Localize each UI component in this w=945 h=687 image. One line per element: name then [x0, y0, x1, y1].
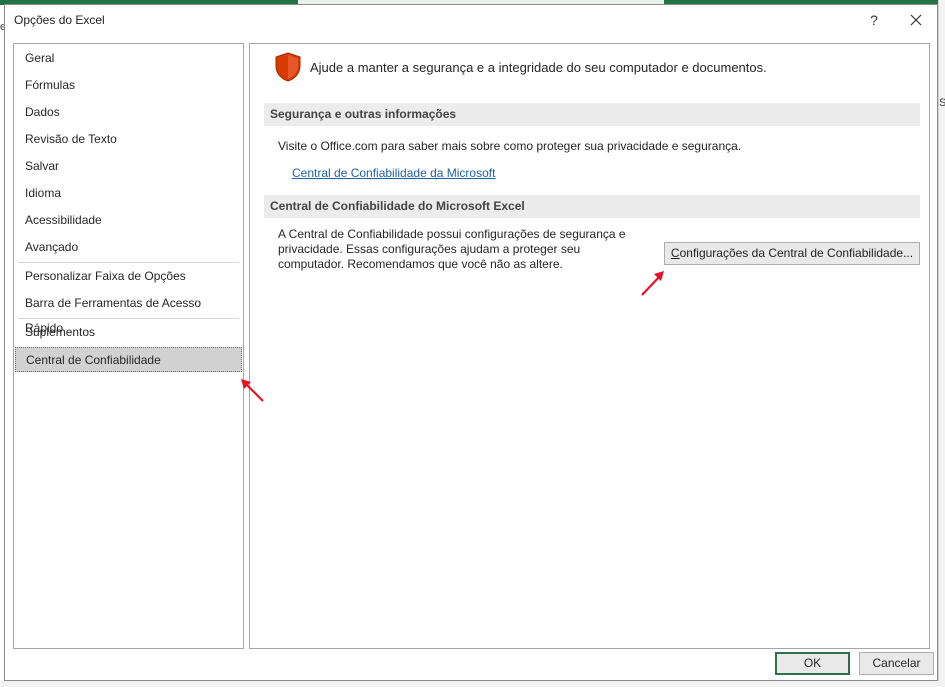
nav-separator: [18, 318, 239, 319]
ok-button[interactable]: OK: [775, 652, 850, 675]
help-icon[interactable]: ?: [863, 9, 885, 31]
nav-item-barra-acesso-rapido[interactable]: Barra de Ferramentas de Acesso Rápido: [15, 291, 242, 335]
section-header-trust-center: Central de Confiabilidade do Microsoft E…: [264, 195, 920, 218]
shield-icon: [275, 52, 301, 82]
trust-center-settings-button-label: onfigurações da Central de Confiabilidad…: [679, 246, 914, 260]
excel-options-dialog: Opções do Excel ? Geral Fórmulas Dados R…: [4, 4, 938, 681]
nav-item-avancado[interactable]: Avançado: [15, 235, 242, 260]
security-info-text: Visite o Office.com para saber mais sobr…: [278, 139, 742, 153]
arrow-annotation-icon: [641, 271, 664, 296]
options-navigation: Geral Fórmulas Dados Revisão de Texto Sa…: [13, 43, 244, 649]
cancel-button[interactable]: Cancelar: [859, 652, 934, 675]
nav-item-suplementos[interactable]: Suplementos: [15, 320, 242, 345]
nav-item-idioma[interactable]: Idioma: [15, 181, 242, 206]
arrow-annotation-icon: [241, 379, 264, 402]
microsoft-trust-center-link[interactable]: Central de Confiabilidade da Microsoft: [292, 166, 495, 180]
dialog-title: Opções do Excel: [14, 13, 105, 27]
nav-item-dados[interactable]: Dados: [15, 100, 242, 125]
trust-center-description: A Central de Confiabilidade possui confi…: [278, 227, 626, 271]
background-column-letter: S: [939, 97, 945, 109]
trust-center-settings-button-accesskey: C: [670, 246, 680, 260]
nav-item-formulas[interactable]: Fórmulas: [15, 73, 242, 98]
trust-center-settings-button[interactable]: Configurações da Central de Confiabilida…: [664, 242, 920, 265]
trust-center-pane: Ajude a manter a segurança e a integrida…: [249, 43, 930, 649]
section-header-security: Segurança e outras informações: [264, 103, 920, 126]
close-icon[interactable]: [903, 9, 929, 31]
nav-item-geral[interactable]: Geral: [15, 46, 242, 71]
nav-item-acessibilidade[interactable]: Acessibilidade: [15, 208, 242, 233]
page-headline: Ajude a manter a segurança e a integrida…: [310, 60, 767, 75]
excel-status-strip: [0, 681, 945, 687]
nav-item-personalizar-faixa[interactable]: Personalizar Faixa de Opções: [15, 264, 242, 289]
nav-item-central-confiabilidade[interactable]: Central de Confiabilidade: [15, 347, 242, 372]
nav-item-revisao-texto[interactable]: Revisão de Texto: [15, 127, 242, 152]
nav-separator: [18, 262, 239, 263]
nav-item-salvar[interactable]: Salvar: [15, 154, 242, 179]
